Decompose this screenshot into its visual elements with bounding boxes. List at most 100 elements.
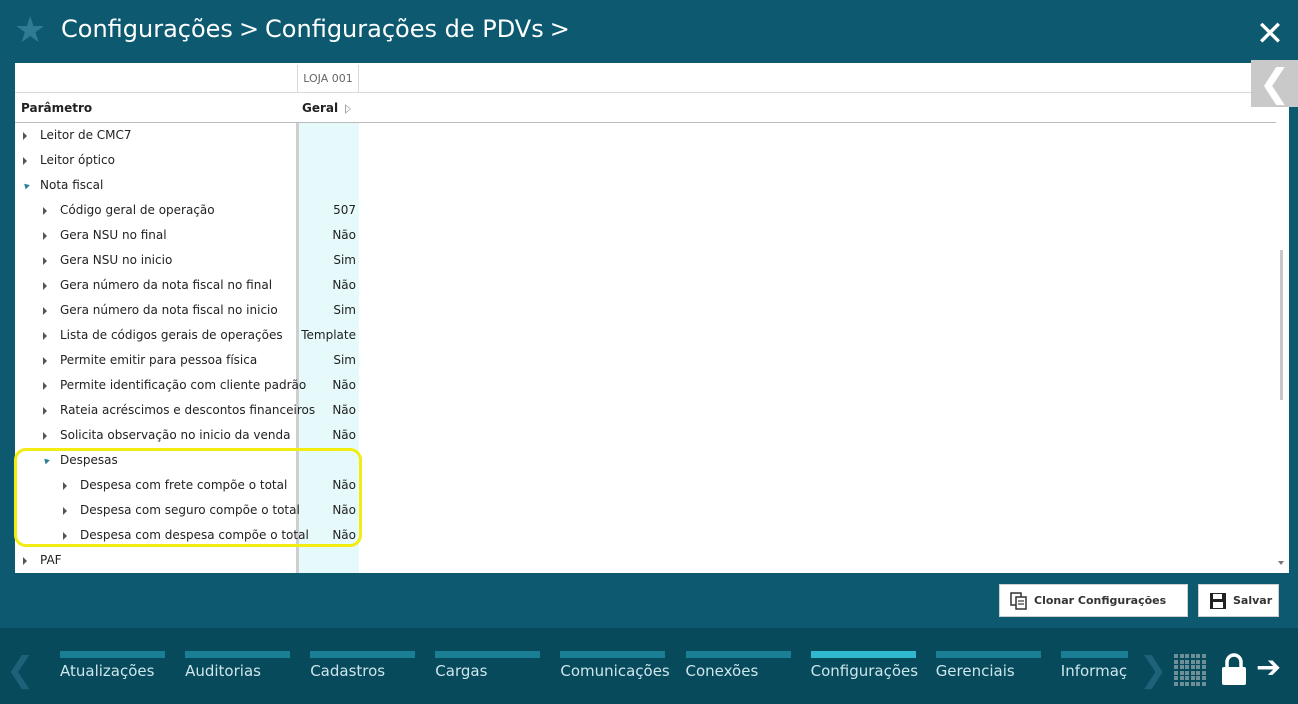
parameter-value[interactable]: Não <box>332 278 356 292</box>
parameter-label: Gera número da nota fiscal no final <box>60 278 273 292</box>
collapsed-arrow-icon[interactable] <box>43 257 47 265</box>
nav-item[interactable]: Conexões <box>685 651 791 691</box>
nav-item[interactable]: Cargas <box>435 651 541 691</box>
nav-item-label: Conexões <box>685 662 759 680</box>
parameter-label: Permite emitir para pessoa física <box>60 353 258 367</box>
nav-item[interactable]: Auditorias <box>185 651 291 691</box>
collapsed-arrow-icon[interactable] <box>43 307 47 315</box>
title-bar: ★ Configurações > Configurações de PDVs … <box>0 0 1298 62</box>
clone-config-button[interactable]: Clonar Configurações <box>999 584 1188 617</box>
breadcrumb-configuracoes-pdvs[interactable]: Configurações de PDVs <box>265 14 544 44</box>
nav-item-bar <box>935 651 1041 658</box>
parameter-value[interactable]: Não <box>332 228 356 242</box>
nav-item-label: Atualizações <box>60 662 155 680</box>
vertical-scrollbar[interactable] <box>1280 250 1283 400</box>
nav-item-bar <box>1060 651 1128 658</box>
nav-item[interactable]: Comunicações <box>560 651 670 691</box>
nav-item[interactable]: Gerenciais <box>935 651 1041 691</box>
parameter-value[interactable]: Não <box>332 378 356 392</box>
parameter-row[interactable]: Gera número da nota fiscal no inicio Sim <box>15 298 359 323</box>
logout-arrow-icon[interactable]: ➔ <box>1256 653 1288 683</box>
parameter-value[interactable]: Não <box>332 428 356 442</box>
parameter-row[interactable]: Leitor óptico <box>15 148 359 173</box>
parameter-row[interactable]: Lista de códigos gerais de operações Temp… <box>15 323 359 348</box>
nav-item-label: Cadastros <box>310 662 386 680</box>
breadcrumb-configuracoes[interactable]: Configurações <box>61 14 233 44</box>
nav-item-label: Gerenciais <box>935 662 1015 680</box>
collapsed-arrow-icon[interactable] <box>43 357 47 365</box>
nav-item-bar <box>185 651 291 658</box>
save-label: Salvar <box>1233 594 1273 607</box>
parameter-label: Gera NSU no inicio <box>60 253 173 267</box>
star-favorite-icon[interactable]: ★ <box>14 13 48 49</box>
scroll-down-icon[interactable] <box>1278 561 1284 565</box>
floppy-disk-icon <box>1209 592 1227 610</box>
parameter-label: Lista de códigos gerais de operações <box>60 328 283 342</box>
parameter-row[interactable]: Rateia acréscimos e descontos financeiro… <box>15 398 359 423</box>
parameter-label: Gera número da nota fiscal no inicio <box>60 303 278 317</box>
collapsed-arrow-icon[interactable] <box>43 382 47 390</box>
parameter-row[interactable]: Gera NSU no final Não <box>15 223 359 248</box>
collapsed-arrow-icon[interactable] <box>43 232 47 240</box>
parameter-row[interactable]: PAF <box>15 548 359 573</box>
nav-item-label: Comunicações <box>560 662 670 680</box>
close-icon[interactable]: ✕ <box>1254 17 1286 51</box>
collapsed-arrow-icon[interactable] <box>43 407 47 415</box>
nav-item[interactable]: Atualizações <box>60 651 165 691</box>
nav-item-label: Cargas <box>435 662 488 680</box>
nav-item[interactable]: Cadastros <box>310 651 416 691</box>
parameter-value[interactable]: 507 <box>333 203 356 217</box>
nav-item-bar <box>810 651 916 658</box>
parameter-row[interactable]: Permite emitir para pessoa física Sim <box>15 348 359 373</box>
parameter-value[interactable]: Sim <box>333 253 356 267</box>
collapse-panel-button[interactable]: ❮ <box>1251 60 1298 107</box>
parameter-row[interactable]: Código geral de operação 507 <box>15 198 359 223</box>
parameter-label: Leitor óptico <box>40 153 115 167</box>
nav-item-bar <box>685 651 791 658</box>
store-column-header: LOJA 001 <box>297 65 359 92</box>
parameter-label: Nota fiscal <box>40 178 104 192</box>
nav-item-bar <box>435 651 541 658</box>
nav-item-label: Auditorias <box>185 662 261 680</box>
nav-item[interactable]: Configurações <box>810 651 919 691</box>
highlight-box <box>14 448 362 547</box>
parameter-label: Leitor de CMC7 <box>40 128 132 142</box>
nav-item-label: Informações <box>1060 662 1128 680</box>
parameter-label: Código geral de operação <box>60 203 215 217</box>
lock-icon[interactable] <box>1220 652 1248 686</box>
chevron-right-icon[interactable]: > <box>550 14 570 44</box>
parameter-row[interactable]: Gera número da nota fiscal no final Não <box>15 273 359 298</box>
collapsed-arrow-icon[interactable] <box>43 282 47 290</box>
parameter-row[interactable]: Gera NSU no inicio Sim <box>15 248 359 273</box>
collapsed-arrow-icon[interactable] <box>23 132 27 140</box>
parameter-row[interactable]: Nota fiscal <box>15 173 359 198</box>
parameter-value[interactable]: Sim <box>333 353 356 367</box>
parameter-value[interactable]: Template <box>301 328 356 342</box>
parameter-label: Solicita observação no inicio da venda <box>60 428 291 442</box>
nav-item-bar <box>310 651 416 658</box>
copy-icon <box>1010 591 1028 610</box>
parameter-row[interactable]: Leitor de CMC7 <box>15 123 359 148</box>
collapsed-arrow-icon[interactable] <box>23 157 27 165</box>
nav-item-label: Configurações <box>810 662 919 680</box>
collapsed-arrow-icon[interactable] <box>23 557 27 565</box>
save-button[interactable]: Salvar <box>1198 584 1279 617</box>
parameter-row[interactable]: Permite identificação com cliente padrão… <box>15 373 359 398</box>
nav-item[interactable]: Informações <box>1060 651 1128 691</box>
nav-item-bar <box>560 651 666 658</box>
expanded-arrow-icon[interactable] <box>22 181 30 190</box>
parameter-label: Gera NSU no final <box>60 228 167 242</box>
collapsed-arrow-icon[interactable] <box>43 207 47 215</box>
parameter-value[interactable]: Não <box>332 403 356 417</box>
collapsed-arrow-icon[interactable] <box>43 432 47 440</box>
clone-config-label: Clonar Configurações <box>1034 594 1167 607</box>
parameter-column-header: Parâmetro <box>21 101 93 115</box>
parameter-value[interactable]: Sim <box>333 303 356 317</box>
geral-column-header[interactable]: Geral <box>302 101 338 115</box>
parameter-row[interactable]: Solicita observação no inicio da venda Nã… <box>15 423 359 448</box>
collapsed-arrow-icon[interactable] <box>43 332 47 340</box>
grid-menu-icon[interactable] <box>1174 654 1206 686</box>
expand-column-icon[interactable] <box>345 104 351 114</box>
nav-next-icon[interactable]: ❯ <box>1139 650 1168 690</box>
nav-items: Atualizações Auditorias Cadastros Cargas Com… <box>0 640 1128 700</box>
